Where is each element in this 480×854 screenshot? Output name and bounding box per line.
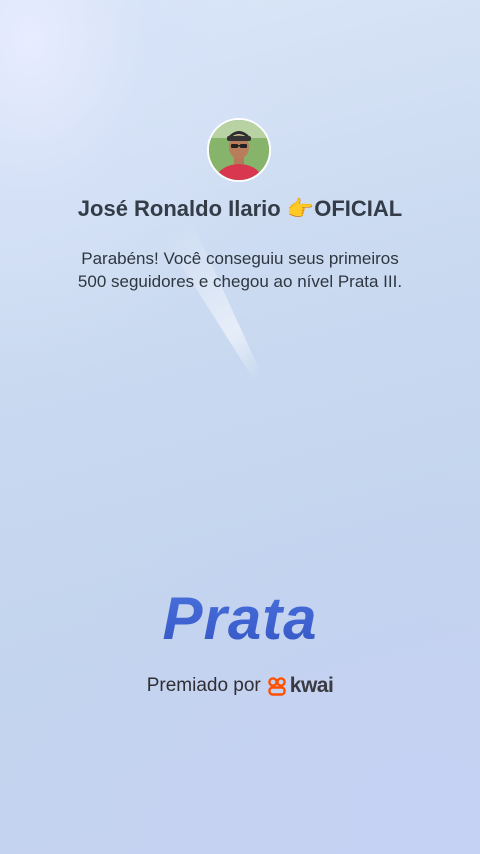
level-title: Prata	[0, 584, 480, 653]
awarded-by-row: Premiado por kwai	[0, 674, 480, 698]
achievement-message-line-2: 500 seguidores e chegou ao nível Prata I…	[77, 272, 403, 291]
awarded-by-label: Premiado por	[146, 675, 261, 696]
kwai-logo-icon	[267, 677, 286, 696]
achievement-message: Parabéns! Você conseguiu seus primeiros …	[40, 247, 440, 293]
profile-avatar	[207, 118, 271, 182]
avatar-photo-icon	[209, 120, 269, 180]
kwai-brand: kwai	[267, 674, 334, 698]
profile-name: José Ronaldo Ilario 👉OFICIAL	[77, 196, 403, 221]
achievement-message-line-1: Parabéns! Você conseguiu seus primeiros	[81, 249, 399, 268]
kwai-brand-name: kwai	[289, 674, 334, 697]
